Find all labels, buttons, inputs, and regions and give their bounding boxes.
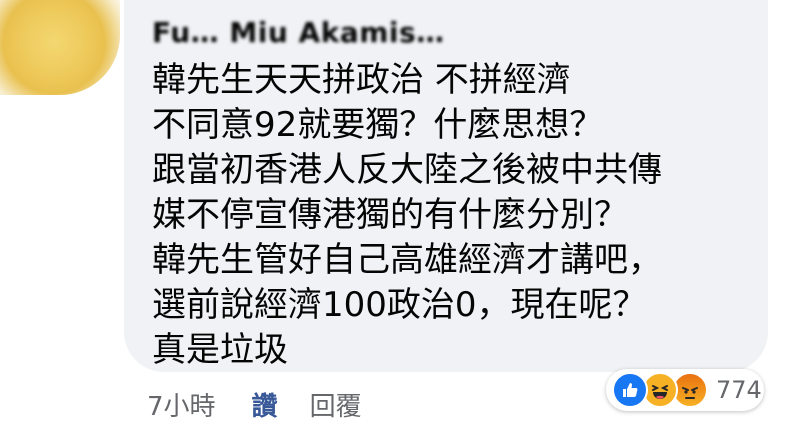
comment-line: 跟當初香港人反大陸之後被中共傳 (152, 150, 662, 190)
comment-timestamp[interactable]: 7小時 (147, 386, 216, 423)
comment-text: 韓先生天天拼政治 不拼經濟 不同意92就要獨？什麼思想？ 跟當初香港人反大陸之後… (152, 58, 752, 373)
comment-line: 韓先生天天拼政治 不拼經濟 (152, 60, 571, 100)
comment-actions: 7小時 讚 回覆 (147, 386, 362, 423)
comment-line: 媒不停宣傳港獨的有什麼分別？ (152, 195, 628, 235)
reactions-summary[interactable]: 774 (606, 369, 764, 411)
avatar[interactable] (0, 0, 120, 95)
comment-line: 真是垃圾 (152, 330, 288, 370)
comment-author-name[interactable]: Fu… Miu Akamis… (152, 16, 445, 49)
reaction-count: 774 (716, 376, 762, 404)
comment-line: 韓先生管好自己高雄經濟才講吧， (152, 240, 662, 280)
like-icon (612, 372, 648, 408)
reply-button[interactable]: 回覆 (310, 386, 362, 423)
comment-line: 不同意92就要獨？什麼思想？ (152, 105, 604, 145)
comment-line: 選前說經濟100政治0，現在呢？ (152, 285, 647, 325)
like-button[interactable]: 讚 (252, 386, 278, 423)
